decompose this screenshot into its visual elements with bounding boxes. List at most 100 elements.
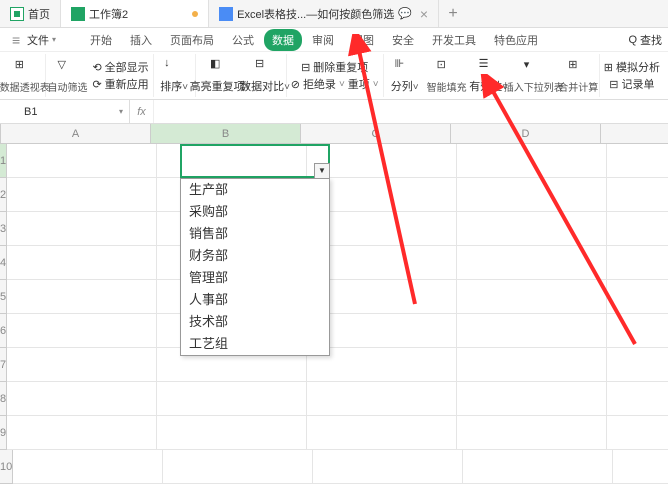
cell[interactable]	[13, 450, 163, 484]
cell[interactable]	[313, 450, 463, 484]
compare-button[interactable]: ⊟数据对比˅	[244, 54, 286, 97]
cell[interactable]	[457, 178, 607, 212]
dropdown-item[interactable]: 人事部	[181, 289, 329, 311]
dropdown-item[interactable]: 技术部	[181, 311, 329, 333]
remove-dup-button[interactable]: ⊟删除重复项	[301, 59, 368, 75]
tab-home[interactable]: 首页	[0, 0, 61, 27]
cell[interactable]	[7, 178, 157, 212]
cell[interactable]	[607, 178, 668, 212]
cell[interactable]	[7, 348, 157, 382]
reapply-button[interactable]: ⟳重新应用	[92, 76, 148, 92]
cell[interactable]	[7, 416, 157, 450]
dropdown-item[interactable]: 销售部	[181, 223, 329, 245]
row-header[interactable]: 4	[0, 246, 7, 280]
cell[interactable]	[607, 280, 668, 314]
search-button[interactable]: Q查找	[628, 32, 662, 48]
tab-dev[interactable]: 开发工具	[424, 29, 484, 51]
dropdown-icon: ▾	[524, 58, 544, 78]
tab-start[interactable]: 开始	[82, 29, 120, 51]
cell[interactable]	[457, 246, 607, 280]
cell[interactable]	[607, 144, 668, 178]
reject-icon: ⊘	[291, 78, 300, 91]
cell[interactable]	[607, 314, 668, 348]
cell[interactable]	[307, 382, 457, 416]
name-box[interactable]: B1	[0, 100, 130, 123]
cell[interactable]	[157, 144, 307, 178]
dropdown-item[interactable]: 工艺组	[181, 333, 329, 355]
cell[interactable]	[457, 144, 607, 178]
toolbar: ⊞数据透视表 ▽自动筛选 ⟲全部显示 ⟳重新应用 ↓排序˅ ◧高亮重复项˅ ⊟数…	[0, 52, 668, 100]
dropdown-item[interactable]: 财务部	[181, 245, 329, 267]
dropdown-item[interactable]: 管理部	[181, 267, 329, 289]
reject-button[interactable]: ⊘拒绝录˅ 重项˅	[291, 76, 379, 92]
col-b[interactable]: B	[151, 124, 301, 143]
tab-data[interactable]: 数据	[264, 29, 302, 51]
new-tab-button[interactable]: +	[439, 0, 467, 27]
row-header[interactable]: 10	[0, 450, 13, 484]
col-d[interactable]: D	[451, 124, 601, 143]
row-header[interactable]: 5	[0, 280, 7, 314]
filter-button[interactable]: ▽自动筛选	[46, 54, 88, 97]
cell[interactable]	[157, 416, 307, 450]
simulate-button[interactable]: ⊞模拟分析	[604, 59, 660, 75]
tab-workbook[interactable]: 工作簿2	[61, 0, 209, 27]
cell[interactable]	[457, 314, 607, 348]
sheet-icon	[71, 7, 85, 21]
cell[interactable]	[7, 280, 157, 314]
split-button[interactable]: ⊪分列˅	[384, 54, 426, 97]
col-a[interactable]: A	[1, 124, 151, 143]
record-button[interactable]: ⊟记录单	[609, 76, 654, 92]
smartfill-button[interactable]: ⊡智能填充	[426, 54, 468, 97]
cell[interactable]	[307, 416, 457, 450]
cell[interactable]	[607, 246, 668, 280]
pivot-button[interactable]: ⊞数据透视表	[4, 54, 46, 97]
tab-review[interactable]: 审阅	[304, 29, 342, 51]
row-header[interactable]: 7	[0, 348, 7, 382]
dropdown-item[interactable]: 采购部	[181, 201, 329, 223]
tab-insert[interactable]: 插入	[122, 29, 160, 51]
highlight-dup-button[interactable]: ◧高亮重复项˅	[196, 54, 245, 97]
row-header[interactable]: 6	[0, 314, 7, 348]
cell[interactable]	[7, 246, 157, 280]
tab-layout[interactable]: 页面布局	[162, 29, 222, 51]
file-menu[interactable]: 文件▾	[6, 30, 62, 50]
cell[interactable]	[607, 416, 668, 450]
col-c[interactable]: C	[301, 124, 451, 143]
cell[interactable]	[457, 348, 607, 382]
cell[interactable]	[457, 280, 607, 314]
consolidate-button[interactable]: ⊞合并计算	[558, 54, 600, 97]
filter-options: ⟲全部显示 ⟳重新应用	[88, 54, 153, 97]
analysis-options: ⊞模拟分析 ⊟记录单	[600, 54, 664, 97]
insert-dropdown-button[interactable]: ▾插入下拉列表	[510, 54, 558, 97]
row-header[interactable]: 3	[0, 212, 7, 246]
cell[interactable]	[457, 416, 607, 450]
cell[interactable]	[463, 450, 613, 484]
dropdown-item[interactable]: 生产部	[181, 179, 329, 201]
cell[interactable]	[613, 450, 668, 484]
tab-security[interactable]: 安全	[384, 29, 422, 51]
row-header[interactable]: 1	[0, 144, 7, 178]
cell[interactable]	[7, 144, 157, 178]
tab-special[interactable]: 特色应用	[486, 29, 546, 51]
cell[interactable]	[607, 382, 668, 416]
cell[interactable]	[457, 212, 607, 246]
tab-formula[interactable]: 公式	[224, 29, 262, 51]
cell[interactable]	[7, 382, 157, 416]
fx-button[interactable]: fx	[130, 100, 154, 123]
row-header[interactable]: 8	[0, 382, 7, 416]
row-header[interactable]: 9	[0, 416, 7, 450]
col-e[interactable]: E	[601, 124, 668, 143]
tab-other-file[interactable]: Excel表格技...—如何按颜色筛选💬×	[209, 0, 439, 27]
tab-view[interactable]: 视图	[344, 29, 382, 51]
row-header[interactable]: 2	[0, 178, 7, 212]
cell[interactable]	[457, 382, 607, 416]
cell[interactable]	[7, 212, 157, 246]
cell[interactable]	[607, 348, 668, 382]
cell[interactable]	[163, 450, 313, 484]
dropdown-toggle[interactable]: ▼	[314, 163, 330, 179]
show-all-button[interactable]: ⟲全部显示	[92, 59, 148, 75]
cell[interactable]	[157, 382, 307, 416]
close-icon[interactable]: ×	[420, 6, 428, 22]
cell[interactable]	[7, 314, 157, 348]
cell[interactable]	[607, 212, 668, 246]
